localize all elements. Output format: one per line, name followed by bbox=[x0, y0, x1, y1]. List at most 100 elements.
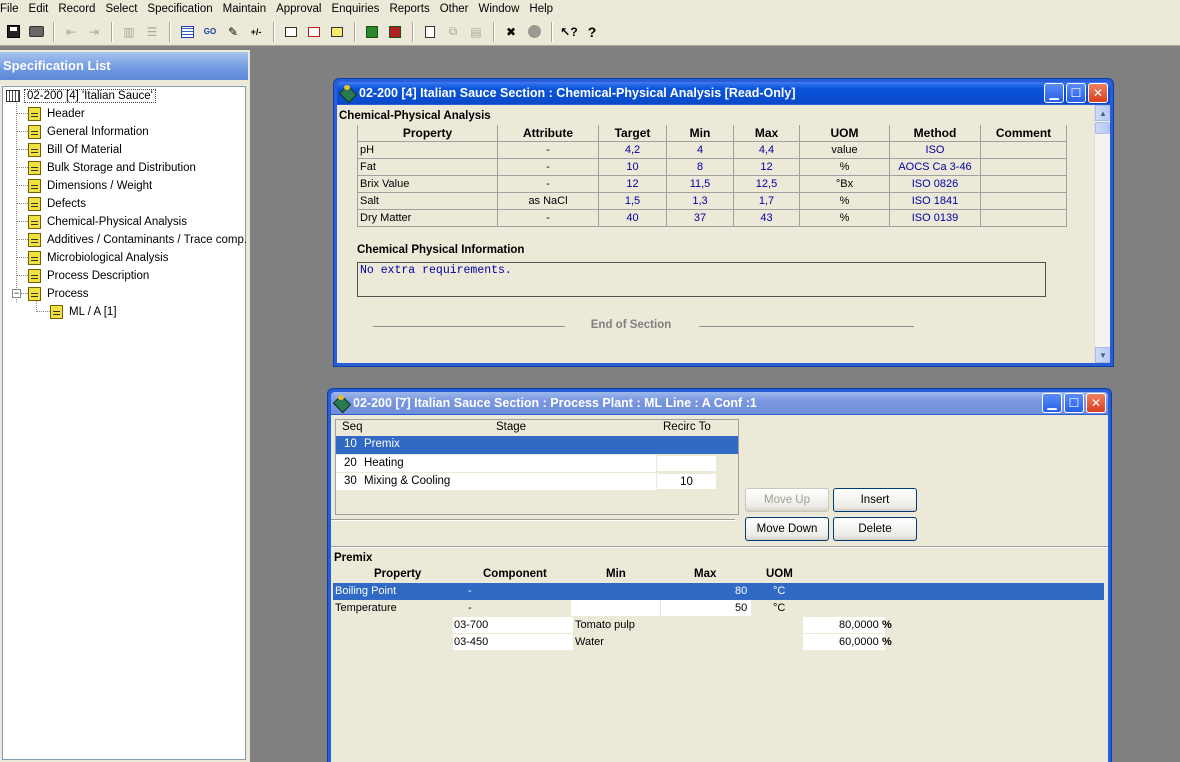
menu-edit[interactable]: Edit bbox=[24, 0, 54, 18]
menu-record[interactable]: Record bbox=[53, 0, 100, 18]
rows-icon[interactable]: ☰ bbox=[141, 21, 163, 43]
close-button[interactable]: ✕ bbox=[1086, 393, 1106, 413]
section-sheet-icon bbox=[28, 143, 41, 157]
cell-attribute: - bbox=[497, 174, 599, 193]
tree-node-general-information[interactable]: General Information bbox=[28, 124, 151, 140]
tree-node-bulk-storage[interactable]: Bulk Storage and Distribution bbox=[28, 160, 198, 176]
component-percentage[interactable]: 60,0000 bbox=[839, 636, 879, 648]
tree-node-chemical-physical[interactable]: Chemical-Physical Analysis bbox=[28, 214, 189, 230]
premix-max[interactable]: 50 bbox=[735, 602, 747, 614]
component-row[interactable]: 03-700 Tomato pulp 80,0000 % bbox=[333, 617, 1104, 634]
tree-node-process-description[interactable]: Process Description bbox=[28, 268, 151, 284]
help-pointer-icon[interactable]: ↖? bbox=[558, 21, 580, 43]
copy-window-icon[interactable] bbox=[303, 21, 325, 43]
table-row[interactable]: Fat - 10 8 12 % AOCS Ca 3-46 bbox=[357, 157, 1067, 176]
component-row[interactable]: 03-450 Water 60,0000 % bbox=[333, 634, 1104, 651]
vertical-scrollbar[interactable]: ▲ ▼ bbox=[1094, 105, 1110, 363]
copy-icon[interactable]: ⧉ bbox=[442, 21, 464, 43]
columns-icon[interactable]: ▥ bbox=[118, 21, 140, 43]
cell-method: ISO 0139 bbox=[889, 208, 981, 227]
minimize-button[interactable]: ▁ bbox=[1042, 393, 1062, 413]
help-icon[interactable]: ? bbox=[581, 21, 603, 43]
premix-row[interactable]: Temperature - 50 °C bbox=[333, 600, 1104, 617]
cell-method: ISO bbox=[889, 140, 981, 159]
print-icon[interactable] bbox=[25, 21, 47, 43]
stage-row[interactable]: 10 Premix bbox=[336, 436, 738, 454]
insert-button[interactable]: Insert bbox=[833, 488, 917, 512]
stage-recirc[interactable] bbox=[656, 455, 717, 472]
column-header-seq: Seq bbox=[342, 421, 363, 433]
scroll-down-arrow[interactable]: ▼ bbox=[1095, 347, 1110, 363]
stage-row[interactable]: 20 Heating bbox=[336, 455, 738, 473]
cell-uom: % bbox=[799, 208, 890, 227]
tree-node-defects[interactable]: Defects bbox=[28, 196, 88, 212]
record-icon[interactable] bbox=[523, 21, 545, 43]
delete-button[interactable]: Delete bbox=[833, 517, 917, 541]
menu-window[interactable]: Window bbox=[473, 0, 524, 18]
clear-icon[interactable]: ✖ bbox=[500, 21, 522, 43]
table-row[interactable]: pH - 4,2 4 4,4 value ISO bbox=[357, 140, 1067, 159]
scroll-up-arrow[interactable]: ▲ bbox=[1095, 105, 1110, 121]
export-icon[interactable] bbox=[361, 21, 383, 43]
menu-help[interactable]: Help bbox=[524, 0, 558, 18]
window-icon[interactable] bbox=[280, 21, 302, 43]
import-icon[interactable] bbox=[384, 21, 406, 43]
table-row[interactable]: Salt as NaCl 1,5 1,3 1,7 % ISO 1841 bbox=[357, 191, 1067, 210]
menu-maintain[interactable]: Maintain bbox=[218, 0, 271, 18]
go-icon[interactable]: GO bbox=[199, 21, 221, 43]
document-icon[interactable] bbox=[419, 21, 441, 43]
specification-list-title: Specification List bbox=[0, 52, 248, 80]
section-sheet-icon bbox=[28, 161, 41, 175]
table-row[interactable]: Dry Matter - 40 37 43 % ISO 0139 bbox=[357, 208, 1067, 227]
tree-node-dimensions-weight[interactable]: Dimensions / Weight bbox=[28, 178, 154, 194]
scroll-thumb[interactable] bbox=[1095, 122, 1110, 134]
save-icon[interactable] bbox=[2, 21, 24, 43]
chemical-physical-titlebar[interactable]: 02-200 [4] Italian Sauce Section : Chemi… bbox=[337, 82, 1110, 104]
column-header-comment: Comment bbox=[980, 125, 1067, 142]
menu-other[interactable]: Other bbox=[435, 0, 474, 18]
maximize-button[interactable]: ☐ bbox=[1066, 83, 1086, 103]
tree-node-label: Defects bbox=[47, 198, 86, 210]
maximize-button[interactable]: ☐ bbox=[1064, 393, 1084, 413]
tree-node-additives[interactable]: Additives / Contaminants / Trace comp. bbox=[28, 232, 249, 248]
tree-node-label: Bill Of Material bbox=[47, 144, 122, 156]
close-button[interactable]: ✕ bbox=[1088, 83, 1108, 103]
menu-select[interactable]: Select bbox=[100, 0, 142, 18]
tree-node-header[interactable]: Header bbox=[28, 106, 87, 122]
table-row[interactable]: Brix Value - 12 11,5 12,5 °Bx ISO 0826 bbox=[357, 174, 1067, 193]
outdent-icon[interactable]: ⇤ bbox=[60, 21, 82, 43]
toolbar-separator bbox=[354, 21, 356, 42]
percent-icon[interactable]: +/- bbox=[245, 21, 267, 43]
tree-node-microbiological[interactable]: Microbiological Analysis bbox=[28, 250, 170, 266]
cell-uom: % bbox=[799, 191, 890, 210]
move-down-button[interactable]: Move Down bbox=[745, 517, 829, 541]
menu-specification[interactable]: Specification bbox=[142, 0, 217, 18]
tree-node-bill-of-material[interactable]: Bill Of Material bbox=[28, 142, 124, 158]
menu-file[interactable]: File bbox=[0, 0, 24, 18]
process-titlebar[interactable]: 02-200 [7] Italian Sauce Section : Proce… bbox=[331, 392, 1108, 414]
tree-node-root[interactable]: 02-200 [4] 'Italian Sauce' bbox=[6, 88, 156, 104]
premix-row[interactable]: Boiling Point - 80 °C bbox=[333, 583, 1104, 600]
paste-icon[interactable]: ▤ bbox=[465, 21, 487, 43]
process-collapse-toggle[interactable]: − bbox=[12, 289, 21, 298]
indent-icon[interactable]: ⇥ bbox=[83, 21, 105, 43]
tree-node-process[interactable]: Process bbox=[28, 286, 91, 302]
stage-row[interactable]: 30 Mixing & Cooling 10 bbox=[336, 473, 738, 491]
column-header-recirc: Recirc To bbox=[663, 421, 711, 433]
section-sheet-icon bbox=[28, 251, 41, 265]
menu-bar: File Edit Record Select Specification Ma… bbox=[0, 0, 1180, 18]
chemical-physical-info-text[interactable]: No extra requirements. bbox=[357, 262, 1046, 297]
column-header-max: Max bbox=[733, 125, 800, 142]
component-percentage[interactable]: 80,0000 bbox=[839, 619, 879, 631]
menu-approval[interactable]: Approval bbox=[271, 0, 326, 18]
minimize-button[interactable]: ▁ bbox=[1044, 83, 1064, 103]
component-unit: % bbox=[882, 636, 892, 648]
menu-reports[interactable]: Reports bbox=[384, 0, 434, 18]
menu-enquiries[interactable]: Enquiries bbox=[326, 0, 384, 18]
move-up-button[interactable]: Move Up bbox=[745, 488, 829, 512]
stage-recirc[interactable]: 10 bbox=[656, 473, 717, 490]
report-icon[interactable] bbox=[176, 21, 198, 43]
stamp-icon[interactable]: ✎ bbox=[222, 21, 244, 43]
edit-window-icon[interactable] bbox=[326, 21, 348, 43]
tree-node-process-ml-a[interactable]: ML / A [1] bbox=[50, 304, 119, 320]
